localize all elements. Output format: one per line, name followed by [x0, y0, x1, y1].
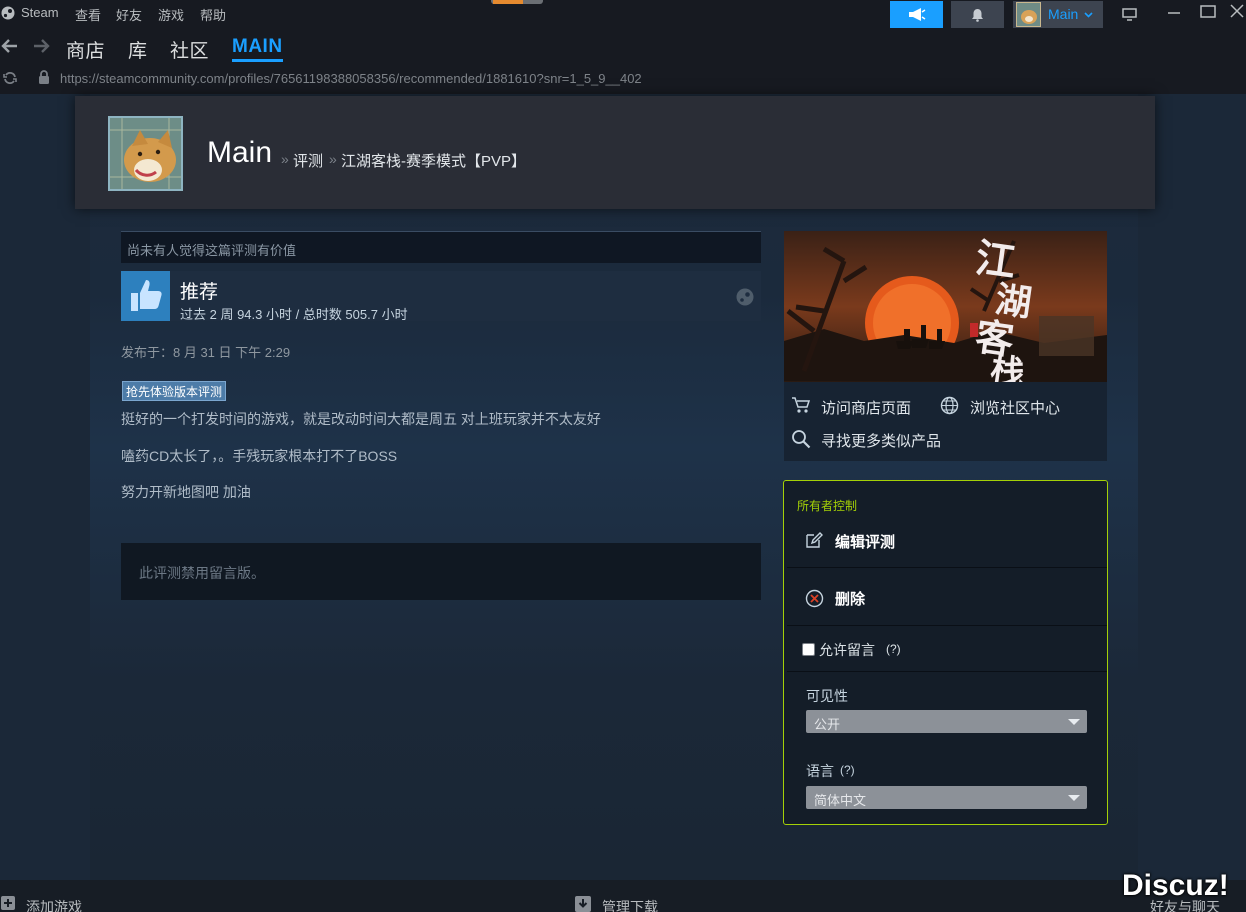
allow-comments-checkbox[interactable] — [802, 643, 815, 656]
dropdown-arrow-icon — [1068, 719, 1080, 725]
allow-comments-label[interactable]: 允许留言 — [819, 640, 875, 660]
chevron-down-icon — [1084, 12, 1093, 18]
comments-disabled-box: 此评测禁用留言版。 — [121, 543, 761, 600]
find-similar-link[interactable]: 寻找更多类似产品 — [821, 430, 941, 451]
game-links-box: 访问商店页面 浏览社区中心 寻找更多类似产品 — [784, 382, 1107, 461]
lock-icon — [39, 70, 49, 84]
breadcrumb-reviews[interactable]: 评测 — [293, 150, 323, 171]
maximize-icon[interactable] — [1200, 5, 1216, 19]
svg-text:江: 江 — [973, 234, 1019, 286]
steam-logo-icon[interactable] — [1, 6, 15, 20]
url-bar: https://steamcommunity.com/profiles/7656… — [0, 66, 1246, 94]
dropdown-arrow-icon — [1068, 795, 1080, 801]
language-select[interactable]: 简体中文 — [806, 786, 1087, 809]
megaphone-icon — [909, 8, 926, 21]
review-body-line-1: 挺好的一个打发时间的游戏，就是改动时间大都是周五 对上班玩家并不太友好 — [121, 411, 601, 427]
notifications-button[interactable] — [951, 1, 1004, 28]
svg-text:栈: 栈 — [988, 350, 1027, 382]
breadcrumb-sep: » — [281, 151, 289, 167]
account-name: Main — [1048, 6, 1079, 22]
plus-icon — [1, 896, 15, 910]
tab-store[interactable]: 商店 — [66, 36, 105, 63]
menu-steam[interactable]: Steam — [21, 5, 59, 20]
divider — [787, 625, 1107, 626]
search-icon — [792, 430, 811, 449]
menu-friends[interactable]: 好友 — [116, 5, 142, 24]
profile-header: Main » 评测 » 江湖客栈-赛季模式【PVP】 — [75, 96, 1155, 209]
announcements-button[interactable] — [890, 1, 943, 28]
forward-arrow-icon[interactable] — [33, 38, 51, 54]
profile-avatar[interactable] — [108, 116, 183, 191]
profile-name[interactable]: Main — [207, 136, 272, 170]
review-body-line-2: 嗑药CD太长了，。手残玩家根本打不了BOSS — [121, 448, 398, 464]
breadcrumb-game-title[interactable]: 江湖客栈-赛季模式【PVP】 — [341, 150, 526, 171]
visibility-select[interactable]: 公开 — [806, 710, 1087, 733]
globe-icon — [940, 396, 959, 415]
tab-profile-main[interactable]: MAIN — [232, 36, 283, 62]
tab-community[interactable]: 社区 — [170, 36, 209, 63]
back-arrow-icon[interactable] — [0, 38, 18, 54]
edit-review-link[interactable]: 编辑评测 — [835, 531, 895, 552]
edit-icon — [806, 532, 823, 548]
recommendation-box: 推荐 过去 2 周 94.3 小时 / 总时数 505.7 小时 — [121, 271, 761, 322]
language-label: 语言 — [806, 763, 834, 779]
review-body-line-3: 努力开新地图吧 加油 — [121, 484, 251, 500]
divider — [787, 567, 1107, 568]
close-icon[interactable] — [1230, 4, 1244, 18]
bottom-bar: 添加游戏 管理下载 好友与聊天 — [0, 880, 1246, 912]
delete-icon — [805, 589, 824, 608]
thumbs-up-icon — [121, 271, 170, 321]
visibility-value: 公开 — [814, 717, 841, 732]
account-menu-button[interactable]: Main — [1013, 1, 1103, 28]
delete-review-link[interactable]: 删除 — [835, 588, 865, 609]
title-bar: Steam 查看 好友 游戏 帮助 Main — [0, 0, 1246, 28]
comments-disabled-text: 此评测禁用留言版。 — [139, 565, 265, 581]
minimize-icon[interactable] — [1167, 5, 1181, 19]
tab-library[interactable]: 库 — [128, 36, 148, 63]
visit-store-link[interactable]: 访问商店页面 — [821, 397, 911, 418]
helpful-text: 尚未有人觉得这篇评测有价值 — [127, 243, 297, 258]
main-nav: 商店 库 社区 MAIN — [0, 28, 1246, 66]
language-help[interactable]: (?) — [840, 763, 855, 777]
watermark: Discuz! — [1122, 869, 1229, 902]
allow-comments-help[interactable]: (?) — [886, 642, 901, 656]
early-access-badge: 抢先体验版本评测 — [122, 381, 227, 401]
playtime-text: 过去 2 周 94.3 小时 / 总时数 505.7 小时 — [180, 307, 408, 322]
browse-hub-link[interactable]: 浏览社区中心 — [970, 397, 1060, 418]
url-text[interactable]: https://steamcommunity.com/profiles/7656… — [60, 71, 642, 86]
language-value: 简体中文 — [814, 793, 867, 808]
breadcrumb-sep-2: » — [329, 151, 337, 167]
download-icon — [575, 896, 591, 912]
cart-icon — [792, 397, 811, 413]
drag-handle — [491, 0, 543, 4]
reload-icon[interactable] — [2, 70, 18, 86]
owner-controls-title: 所有者控制 — [797, 499, 858, 513]
add-game-button[interactable]: 添加游戏 — [26, 897, 82, 912]
verdict-label: 推荐 — [180, 282, 219, 303]
menu-games[interactable]: 游戏 — [158, 5, 184, 24]
menu-help[interactable]: 帮助 — [200, 5, 226, 24]
game-capsule-image[interactable]: 江 湖 客 栈 — [784, 231, 1107, 382]
bell-icon — [972, 9, 983, 22]
posted-date: 发布于：8 月 31 日 下午 2:29 — [121, 345, 291, 360]
steam-purchase-icon — [736, 288, 754, 306]
manage-downloads-button[interactable]: 管理下载 — [602, 897, 658, 912]
visibility-label: 可见性 — [806, 688, 848, 704]
menu-view[interactable]: 查看 — [75, 5, 101, 24]
helpful-box: 尚未有人觉得这篇评测有价值 — [121, 231, 761, 263]
divider — [787, 671, 1107, 672]
avatar — [1016, 2, 1041, 27]
big-picture-icon[interactable] — [1122, 8, 1137, 21]
